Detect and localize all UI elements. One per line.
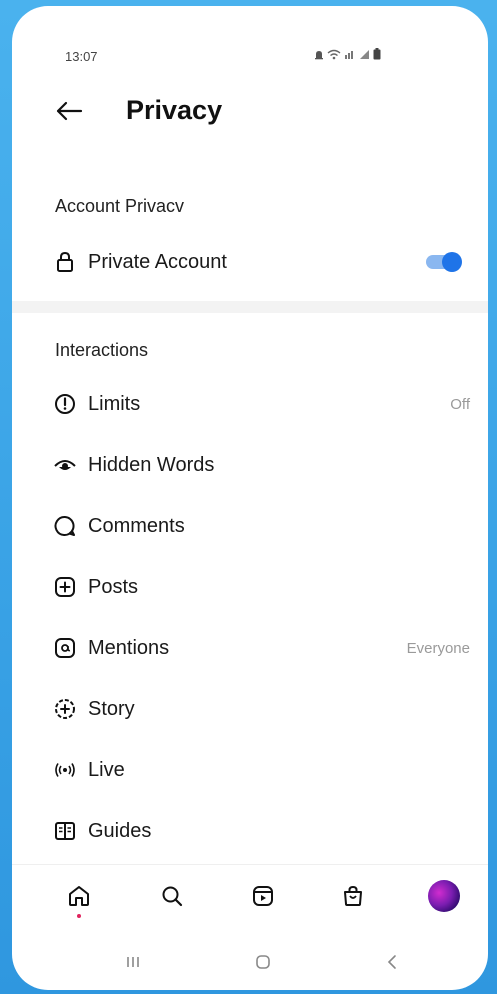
lock-icon <box>52 249 78 275</box>
live-icon <box>52 757 78 783</box>
live-label: Live <box>88 758 125 781</box>
limits-label: Limits <box>88 392 141 415</box>
posts-row[interactable]: Posts <box>42 562 482 612</box>
tab-shop[interactable] <box>336 879 370 913</box>
arrow-left-icon <box>56 101 83 121</box>
reels-icon <box>253 886 273 906</box>
mentions-row[interactable]: Mentions Everyone <box>42 623 482 673</box>
alarm-icon <box>315 50 323 59</box>
notification-dot <box>77 914 81 918</box>
battery-icon <box>373 48 381 60</box>
at-icon <box>52 635 78 661</box>
plus-square-icon <box>52 574 78 600</box>
limits-row[interactable]: Limits Off <box>42 379 482 429</box>
recent-apps-button[interactable] <box>118 950 148 974</box>
guides-row[interactable]: Guides <box>42 806 482 856</box>
tab-reels[interactable] <box>246 879 280 913</box>
phone-screen: 13:07 Privacy Account Privacv Private Ac… <box>12 6 488 990</box>
search-icon <box>162 886 183 907</box>
story-label: Story <box>88 697 135 720</box>
tab-profile[interactable] <box>427 879 461 913</box>
private-account-toggle[interactable] <box>426 252 462 272</box>
header: Privacy <box>12 86 488 136</box>
guides-label: Guides <box>88 819 152 842</box>
page-title: Privacy <box>126 95 223 125</box>
section-heading-interactions: Interactions <box>55 340 149 360</box>
posts-label: Posts <box>88 575 139 598</box>
section-divider <box>12 301 488 313</box>
comments-row[interactable]: Comments <box>42 501 482 551</box>
limits-value: Off <box>450 395 470 413</box>
signal-icon <box>360 49 369 59</box>
home-nav-button[interactable] <box>248 950 278 974</box>
private-account-row[interactable]: Private Account <box>42 237 482 287</box>
chevron-left-icon <box>387 955 396 969</box>
story-row[interactable]: Story <box>42 684 482 734</box>
tab-search[interactable] <box>155 879 189 913</box>
bottom-tab-bar <box>12 864 488 922</box>
back-nav-button[interactable] <box>377 950 407 974</box>
status-time: 13:07 <box>65 49 98 64</box>
tab-home[interactable] <box>62 879 96 918</box>
comments-label: Comments <box>88 514 185 537</box>
back-button[interactable] <box>52 96 86 126</box>
wifi-icon <box>327 49 341 59</box>
home-nav-icon <box>256 955 270 969</box>
hidden-words-row[interactable]: Hidden Words <box>42 440 482 490</box>
mentions-label: Mentions <box>88 636 170 659</box>
profile-avatar <box>428 880 460 912</box>
home-icon <box>69 886 89 906</box>
status-icons <box>314 47 381 61</box>
hidden-words-label: Hidden Words <box>88 453 215 476</box>
live-row[interactable]: Live <box>42 745 482 795</box>
mentions-value: Everyone <box>406 639 470 657</box>
shop-icon <box>344 885 362 906</box>
comment-icon <box>52 513 78 539</box>
system-nav-bar <box>12 936 488 986</box>
private-account-label: Private Account <box>88 250 227 273</box>
network-icon <box>345 50 353 59</box>
guides-icon <box>52 818 78 844</box>
section-heading-account-privacy: Account Privacv <box>55 196 185 216</box>
story-icon <box>52 696 78 722</box>
status-bar: 13:07 <box>12 6 488 66</box>
eye-icon <box>52 452 78 478</box>
limits-icon <box>52 391 78 417</box>
recent-apps-icon <box>127 957 139 967</box>
toggle-knob <box>442 252 462 272</box>
